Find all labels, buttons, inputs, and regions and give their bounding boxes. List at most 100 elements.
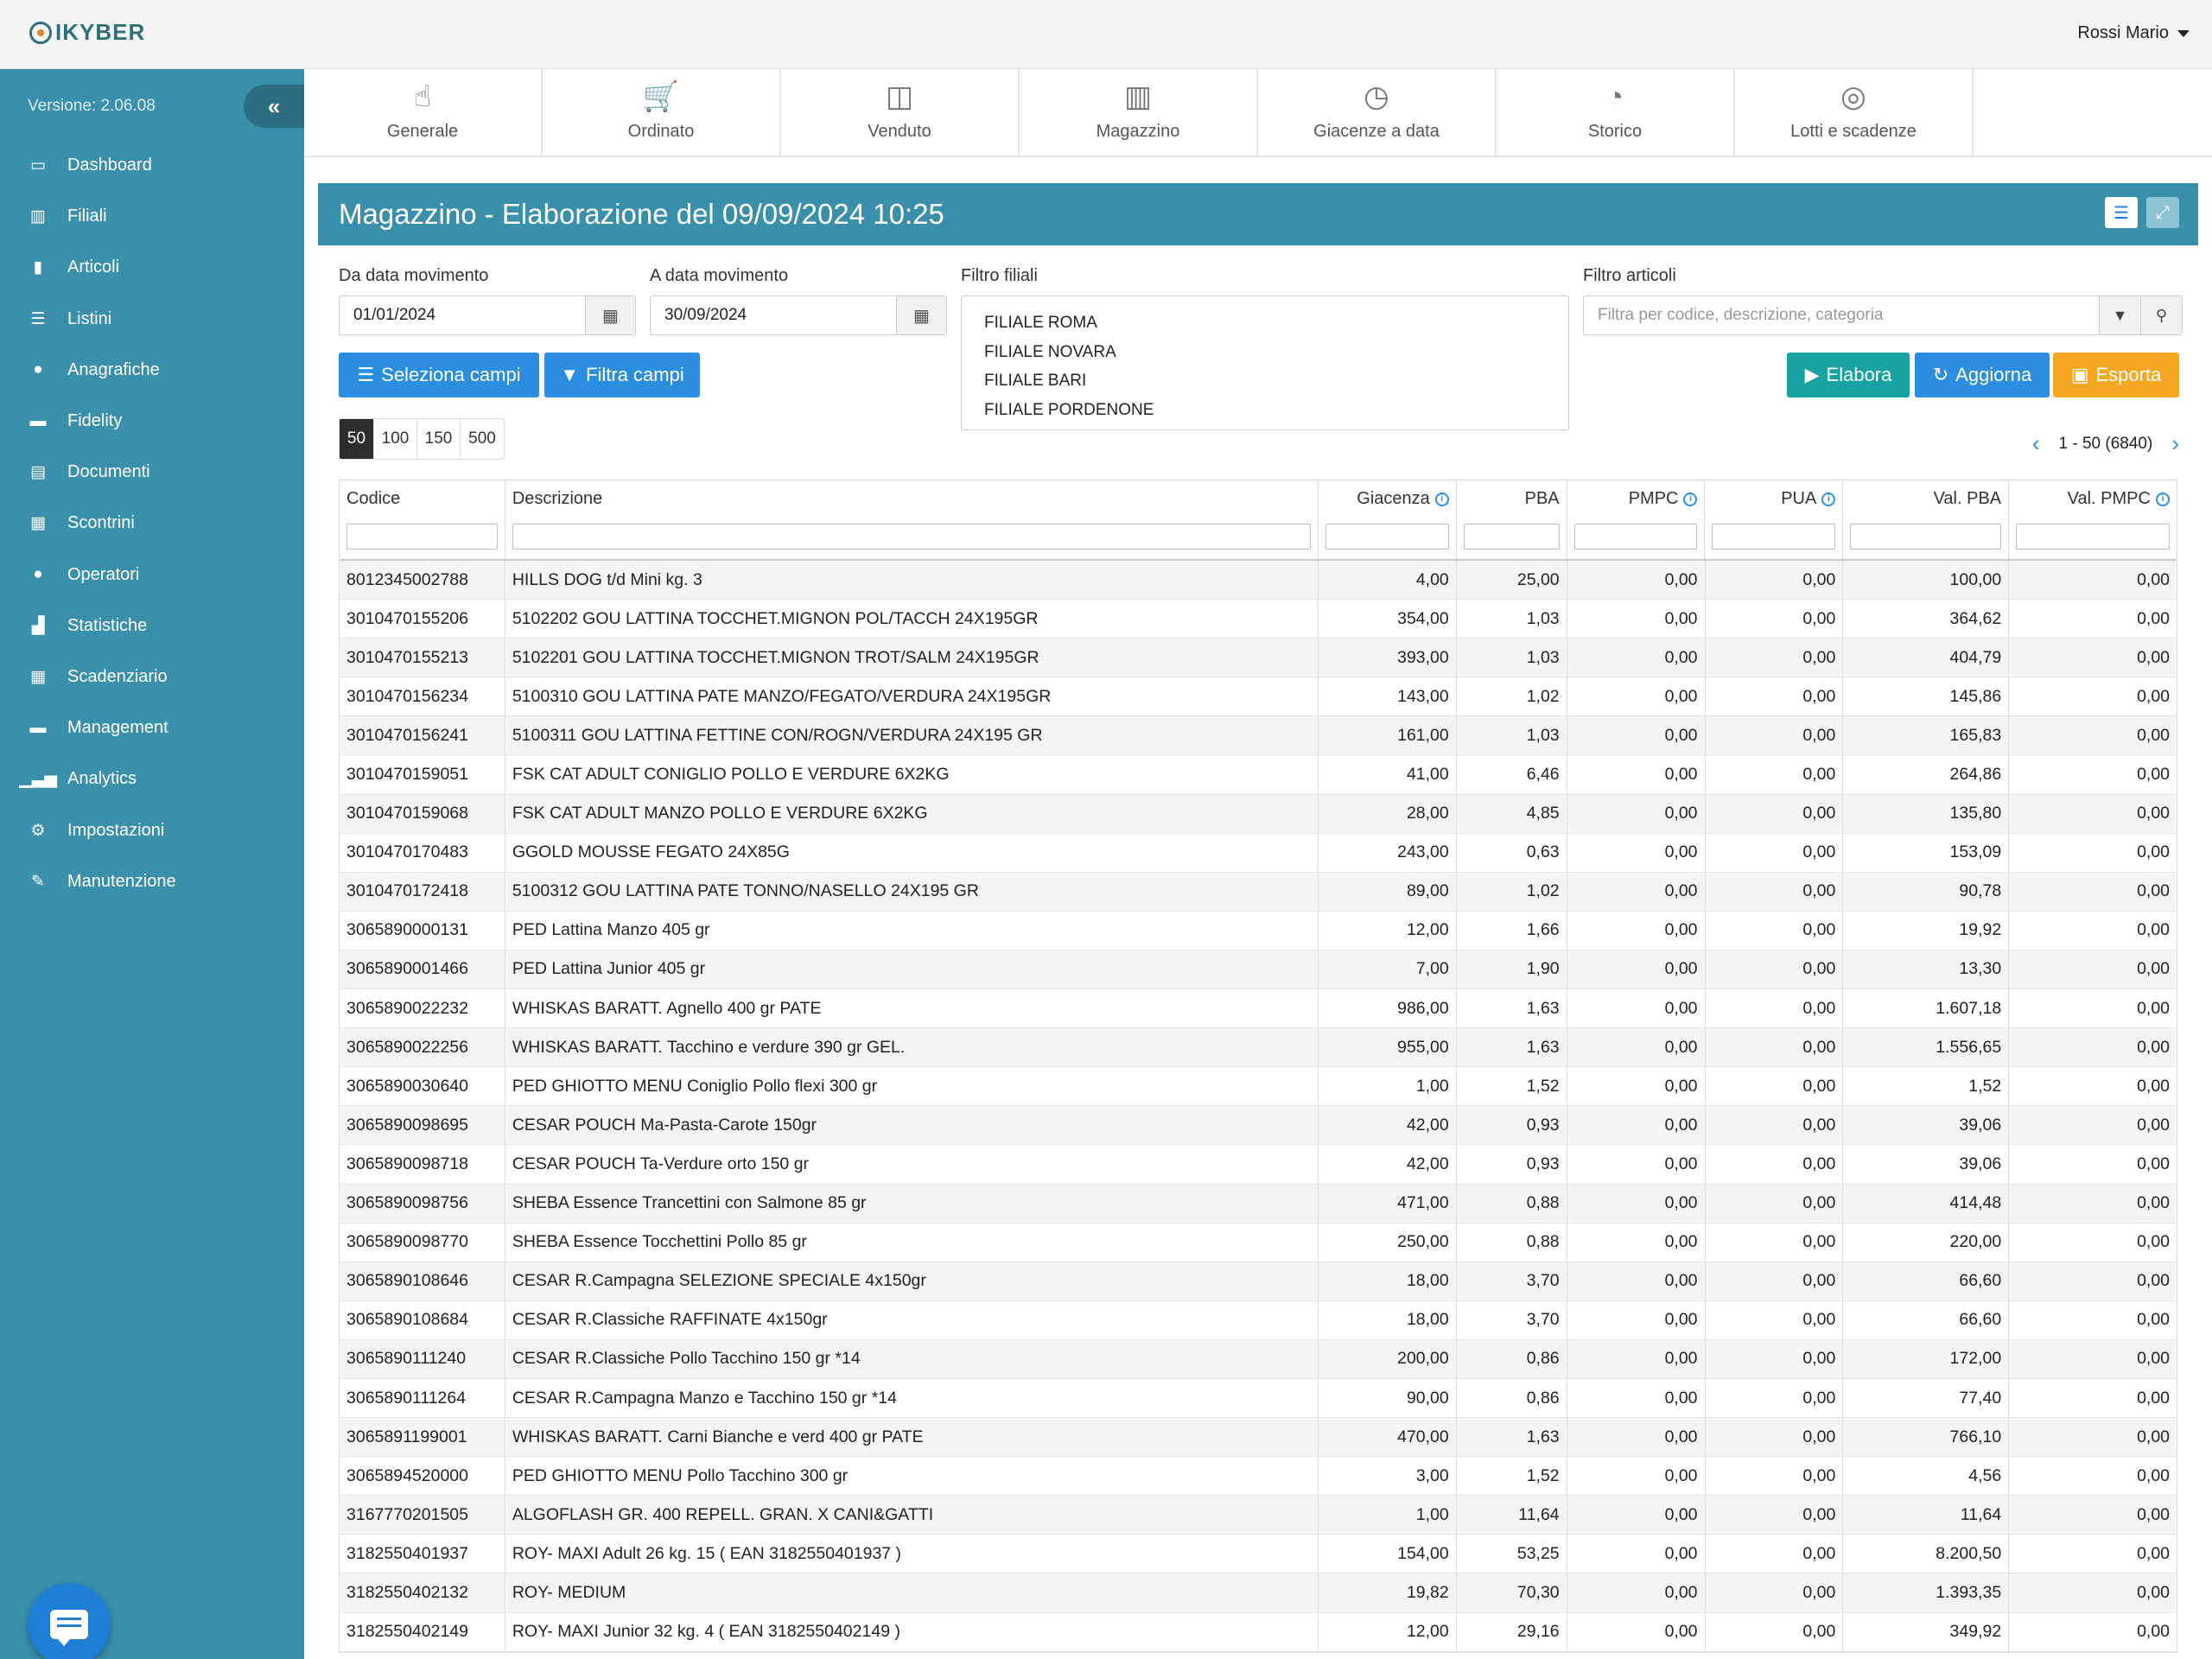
table-row[interactable]: 3065890098695 CESAR POUCH Ma-Pasta-Carote…	[340, 1106, 2177, 1146]
pmpc-filter-input[interactable]	[1573, 524, 1698, 550]
giacenza-filter-input[interactable]	[1325, 524, 1449, 550]
pua-filter-input[interactable]	[1712, 524, 1836, 550]
search-icon[interactable]: ⚲	[2140, 296, 2182, 334]
sidebar-item-manutenzione[interactable]: ✎ Manutenzione	[0, 856, 304, 907]
sidebar-item-scontrini[interactable]: ▦ Scontrini	[0, 498, 304, 549]
page-size-50[interactable]: 50	[340, 419, 374, 459]
tab-giacenze-a-data[interactable]: ◷ Giacenze a data	[1258, 69, 1497, 156]
table-row[interactable]: 3065891199001 WHISKAS BARATT. Carni Bianc…	[340, 1418, 2177, 1458]
info-icon[interactable]: i	[1683, 492, 1698, 506]
table-row[interactable]: 3010470155213 5102201 GOU LATTINA TOCCHET…	[340, 639, 2177, 678]
column-label[interactable]: Giacenza i	[1357, 489, 1449, 509]
filter-icon[interactable]: ▼	[2099, 296, 2140, 334]
info-icon[interactable]: i	[1821, 492, 1836, 506]
descrizione-filter-input[interactable]	[512, 524, 1311, 550]
filiale-option[interactable]: FILIALE BARI	[984, 366, 1568, 396]
tab-lotti-e-scadenze[interactable]: ◎ Lotti e scadenze	[1735, 69, 1974, 156]
sidebar-item-management[interactable]: ▬ Management	[0, 702, 304, 753]
sidebar-item-documenti[interactable]: ▤ Documenti	[0, 447, 304, 498]
table-row[interactable]: 3010470172418 5100312 GOU LATTINA PATE TO…	[340, 872, 2177, 912]
table-row[interactable]: 3065890098718 CESAR POUCH Ta-Verdure orto…	[340, 1145, 2177, 1185]
user-menu[interactable]: Rossi Mario	[2077, 23, 2190, 43]
filiale-option[interactable]: FILIALE PORDENONE	[984, 396, 1568, 425]
aggiorna-button[interactable]: ↻ Aggiorna	[1915, 353, 2050, 397]
chat-button[interactable]	[28, 1583, 111, 1659]
filiale-option[interactable]: FILIALE NOVARA	[984, 338, 1568, 367]
codice-filter-input[interactable]	[346, 524, 498, 550]
info-icon[interactable]: i	[1434, 492, 1449, 506]
table-row[interactable]: 3182550402132 ROY- MEDIUM 19,82 70,30 0,00 0,…	[340, 1573, 2177, 1613]
column-label[interactable]: PMPC i	[1629, 489, 1698, 509]
sidebar-item-filiali[interactable]: ▥ Filiali	[0, 191, 304, 242]
table-row[interactable]: 3167770201505 ALGOFLASH GR. 400 REPELL. G…	[340, 1496, 2177, 1535]
table-row[interactable]: 3065890030640 PED GHIOTTO MENU Coniglio P…	[340, 1067, 2177, 1107]
table-row[interactable]: 3010470156241 5100311 GOU LATTINA FETTINE…	[340, 716, 2177, 756]
tab-magazzino[interactable]: ▥ Magazzino	[1020, 69, 1258, 156]
column-label[interactable]: Val. PMPC i	[2068, 489, 2170, 509]
page-size-150[interactable]: 150	[417, 419, 461, 459]
sidebar-item-impostazioni[interactable]: ⚙ Impostazioni	[0, 804, 304, 855]
column-label[interactable]: Val. PBA	[1934, 489, 2002, 509]
table-row[interactable]: 3065890022232 WHISKAS BARATT. Agnello 400…	[340, 989, 2177, 1029]
table-row[interactable]: 3182550401937 ROY- MAXI Adult 26 kg. 15 (…	[340, 1535, 2177, 1574]
tab-ordinato[interactable]: 🛒 Ordinato	[543, 69, 781, 156]
list-view-button[interactable]: ☰	[2105, 197, 2138, 228]
filiale-option[interactable]: FILIALE ROMA	[984, 308, 1568, 338]
filiali-multiselect[interactable]: FILIALE ROMA FILIALE NOVARA FILIALE BARI…	[961, 296, 1569, 430]
sidebar-item-scadenziario[interactable]: ▦ Scadenziario	[0, 652, 304, 702]
page-size-500[interactable]: 500	[461, 419, 504, 459]
chevron-left-icon[interactable]: ‹	[2032, 430, 2040, 457]
collapse-sidebar-button[interactable]: «	[244, 85, 304, 128]
seleziona-campi-button[interactable]: ☰ Seleziona campi	[339, 353, 539, 397]
expand-button[interactable]: ⤢	[2146, 197, 2179, 228]
sidebar-item-dashboard[interactable]: ▭ Dashboard	[0, 140, 304, 191]
table-row[interactable]: 3182550402149 ROY- MAXI Junior 32 kg. 4 (…	[340, 1612, 2177, 1652]
table-row[interactable]: 3065890111264 CESAR R.Campagna Manzo e Ta…	[340, 1378, 2177, 1419]
table-row[interactable]: 3065890108646 CESAR R.Campagna SELEZIONE …	[340, 1262, 2177, 1301]
table-row[interactable]: 3065890098770 SHEBA Essence Tocchettini P…	[340, 1223, 2177, 1262]
table-row[interactable]: 3010470156234 5100310 GOU LATTINA PATE MA…	[340, 677, 2177, 717]
sidebar-item-anagrafiche[interactable]: ● Anagrafiche	[0, 345, 304, 396]
column-label[interactable]: PUA i	[1781, 489, 1836, 509]
tab-venduto[interactable]: ◫ Venduto	[781, 69, 1020, 156]
table-row[interactable]: 3010470170483 GGOLD MOUSSE FEGATO 24X85G 2…	[340, 833, 2177, 873]
tab-storico[interactable]: ◔ Storico	[1497, 69, 1735, 156]
to-date-field[interactable]: 30/09/2024 ▦	[650, 296, 947, 335]
chevron-right-icon[interactable]: ›	[2171, 430, 2179, 457]
column-label[interactable]: Codice	[346, 489, 400, 509]
table-row[interactable]: 3010470159068 FSK CAT ADULT MANZO POLLO E…	[340, 794, 2177, 834]
sidebar-item-statistiche[interactable]: ▟ Statistiche	[0, 601, 304, 652]
table-row[interactable]: 3065890111240 CESAR R.Classiche Pollo Tac…	[340, 1339, 2177, 1379]
articoli-search-field[interactable]: Filtra per codice, descrizione, categori…	[1583, 296, 2183, 335]
table-row[interactable]: 3010470159051 FSK CAT ADULT CONIGLIO POLL…	[340, 755, 2177, 795]
info-icon[interactable]: i	[2155, 492, 2170, 506]
filtra-campi-button[interactable]: ▼ Filtra campi	[544, 353, 700, 397]
table-row[interactable]: 8012345002788 HILLS DOG t/d Mini kg. 3 4,0…	[340, 561, 2177, 601]
table-row[interactable]: 3010470155206 5102202 GOU LATTINA TOCCHET…	[340, 600, 2177, 639]
sidebar-item-listini[interactable]: ☰ Listini	[0, 294, 304, 345]
calendar-icon[interactable]: ▦	[585, 296, 635, 334]
search-input[interactable]: Filtra per codice, descrizione, categori…	[1584, 296, 2099, 334]
column-label[interactable]: Descrizione	[512, 489, 602, 509]
sidebar-item-analytics[interactable]: ▁▃▅ Analytics	[0, 753, 304, 804]
table-row[interactable]: 3065890000131 PED Lattina Manzo 405 gr 12,…	[340, 911, 2177, 950]
calendar-icon[interactable]: ▦	[896, 296, 946, 334]
table-row[interactable]: 3065890098756 SHEBA Essence Trancettini c…	[340, 1184, 2177, 1224]
sidebar-item-fidelity[interactable]: ▬ Fidelity	[0, 396, 304, 447]
table-row[interactable]: 3065894520000 PED GHIOTTO MENU Pollo Tacc…	[340, 1457, 2177, 1497]
page-size-100[interactable]: 100	[374, 419, 417, 459]
table-row[interactable]: 3065890108684 CESAR R.Classiche RAFFINATE…	[340, 1300, 2177, 1340]
elabora-button[interactable]: ▶ Elabora	[1787, 353, 1910, 397]
table-row[interactable]: 3065890001466 PED Lattina Junior 405 gr 7,…	[340, 950, 2177, 990]
tab-generale[interactable]: ☝ Generale	[304, 69, 543, 156]
table-row[interactable]: 3065890022256 WHISKAS BARATT. Tacchino e …	[340, 1028, 2177, 1068]
esporta-button[interactable]: ▣ Esporta	[2053, 353, 2179, 397]
logo[interactable]: IKYBER	[29, 19, 145, 46]
pba-filter-input[interactable]	[1463, 524, 1560, 550]
sidebar-item-operatori[interactable]: ● Operatori	[0, 550, 304, 601]
from-date-field[interactable]: 01/01/2024 ▦	[339, 296, 636, 335]
val-pba-filter-input[interactable]	[1850, 524, 2002, 550]
sidebar-item-articoli[interactable]: ▮ Articoli	[0, 242, 304, 293]
val-pmpc-filter-input[interactable]	[2016, 524, 2170, 550]
column-label[interactable]: PBA	[1525, 489, 1560, 509]
